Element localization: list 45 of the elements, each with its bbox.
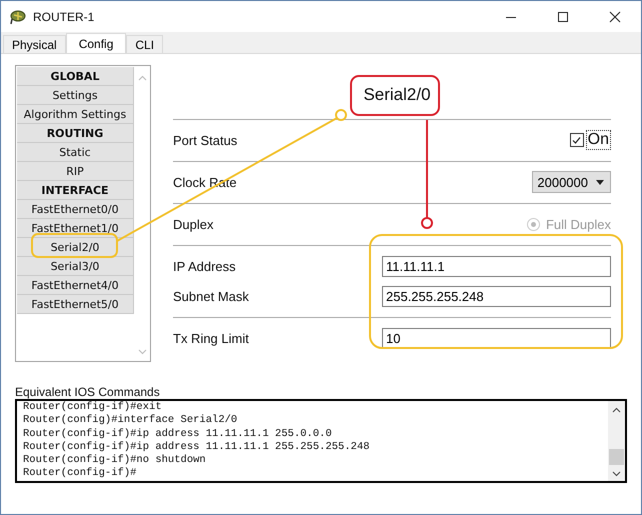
scroll-down-icon[interactable] bbox=[612, 471, 621, 477]
tab[interactable]: Config bbox=[66, 33, 126, 53]
console-line: Router(config-if)#ip address 11.11.11.1 255.255.255.248 bbox=[23, 440, 371, 454]
console-line: Router(config-if)#no shutdown bbox=[23, 454, 207, 467]
tab[interactable]: CLI bbox=[126, 35, 164, 53]
sidebar-item[interactable]: FastEthernet5/0 bbox=[17, 295, 134, 314]
sidebar-item[interactable]: FastEthernet0/0 bbox=[17, 200, 134, 219]
console-line: Router(config)#interface Serial2/0 bbox=[23, 414, 238, 428]
window-title: ROUTER-1 bbox=[33, 10, 94, 24]
sidebar-header[interactable]: GLOBAL bbox=[17, 67, 134, 86]
text-field[interactable]: 10 bbox=[382, 328, 611, 348]
scroll-up-icon[interactable] bbox=[612, 407, 621, 413]
close-icon[interactable] bbox=[609, 10, 621, 22]
scrollbar[interactable] bbox=[608, 401, 625, 481]
scrollbar-thumb[interactable] bbox=[609, 449, 624, 465]
field-label: Tx Ring Limit bbox=[173, 330, 249, 346]
sidebar-item[interactable]: Settings bbox=[17, 86, 134, 105]
field-label: Subnet Mask bbox=[173, 288, 249, 304]
checkbox-label[interactable]: On bbox=[586, 130, 611, 150]
sidebar-item[interactable]: Static bbox=[17, 143, 134, 162]
sidebar-item[interactable]: RIP bbox=[17, 162, 134, 181]
sidebar-item[interactable]: FastEthernet4/0 bbox=[17, 276, 134, 295]
tab[interactable]: Physical bbox=[3, 35, 66, 53]
field-label: IP Address bbox=[173, 258, 236, 274]
sidebar-item[interactable]: Serial3/0 bbox=[17, 257, 134, 276]
text-field[interactable]: 11.11.11.1 bbox=[382, 256, 611, 276]
field-label: Duplex bbox=[173, 216, 214, 232]
clock-rate-dropdown[interactable]: 2000000 bbox=[532, 171, 611, 193]
text-field[interactable]: 255.255.255.248 bbox=[382, 286, 611, 306]
caret-icon bbox=[596, 180, 604, 184]
checkbox[interactable] bbox=[570, 133, 584, 147]
console-line: Router(config-if)#exit bbox=[23, 401, 163, 414]
console-line: Router(config-if)# bbox=[23, 467, 138, 481]
maximize-icon[interactable] bbox=[557, 10, 569, 22]
checkmark-icon bbox=[571, 134, 582, 146]
sidebar-header[interactable]: INTERFACE bbox=[17, 181, 134, 200]
console-line: Router(config-if)#ip address 11.11.11.1 255.0.0.0 bbox=[23, 428, 333, 441]
interface-title: Serial2/0 bbox=[363, 85, 431, 105]
sidebar-item[interactable]: FastEthernet1/0 bbox=[17, 219, 134, 238]
sidebar-item[interactable]: Serial2/0 bbox=[17, 238, 134, 257]
router-icon bbox=[9, 8, 27, 24]
sidebar-item[interactable]: Algorithm Settings bbox=[17, 105, 134, 124]
sidebar-header[interactable]: ROUTING bbox=[17, 124, 134, 143]
field-label: Port Status bbox=[173, 132, 238, 148]
console-label: Equivalent IOS Commands bbox=[15, 385, 161, 399]
